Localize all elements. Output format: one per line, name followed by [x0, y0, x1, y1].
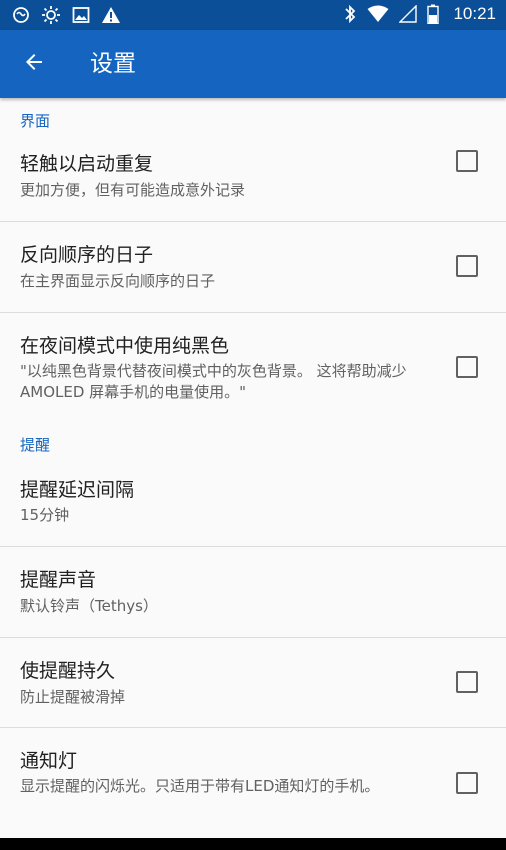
checkbox[interactable] [456, 671, 478, 693]
status-bar: 10:21 [0, 0, 506, 30]
pref-reminder-sound[interactable]: 提醒声音 默认铃声（Tethys） [0, 547, 506, 638]
arrow-back-icon [22, 50, 46, 78]
bluetooth-icon [343, 4, 357, 24]
pref-title: 轻触以启动重复 [20, 153, 154, 175]
pref-summary: 15分钟 [20, 506, 70, 524]
pref-title: 提醒声音 [20, 569, 97, 591]
pref-summary: 显示提醒的闪烁光。只适用于带有LED通知灯的手机。 [20, 777, 380, 795]
checkbox[interactable] [456, 150, 478, 172]
pref-pure-black[interactable]: 在夜间模式中使用纯黑色 "以纯黑色背景代替夜间模式中的灰色背景。 这将帮助减少 … [0, 313, 506, 413]
brightness-icon [41, 5, 61, 25]
messaging-icon [12, 6, 30, 24]
pref-summary: 在主界面显示反向顺序的日子 [20, 272, 216, 290]
pref-title: 通知灯 [20, 750, 78, 772]
section-title: 提醒 [20, 436, 51, 454]
status-time: 10:21 [453, 4, 496, 23]
wifi-icon [367, 5, 389, 23]
pref-summary: "以纯黑色背景代替夜间模式中的灰色背景。 这将帮助减少 AMOLED 屏幕手机的… [20, 362, 407, 401]
checkbox[interactable] [456, 356, 478, 378]
section-title: 界面 [20, 112, 51, 130]
pref-title: 反向顺序的日子 [20, 244, 154, 266]
back-button[interactable] [14, 46, 54, 82]
pref-notification-led[interactable]: 通知灯 显示提醒的闪烁光。只适用于带有LED通知灯的手机。 [0, 728, 506, 838]
cell-signal-icon [399, 5, 418, 23]
pref-title: 在夜间模式中使用纯黑色 [20, 335, 230, 357]
image-icon [72, 6, 90, 24]
pref-summary: 防止提醒被滑掉 [20, 688, 126, 706]
pref-summary: 默认铃声（Tethys） [20, 597, 158, 615]
pref-title: 提醒延迟间隔 [20, 479, 135, 501]
warning-icon [101, 6, 121, 24]
pref-reverse-days[interactable]: 反向顺序的日子 在主界面显示反向顺序的日子 [0, 222, 506, 313]
pref-title: 使提醒持久 [20, 660, 116, 682]
pref-snooze-interval[interactable]: 提醒延迟间隔 15分钟 [0, 458, 506, 547]
checkbox[interactable] [456, 255, 478, 277]
pref-tap-to-repeat[interactable]: 轻触以启动重复 更加方便，但有可能造成意外记录 [0, 140, 506, 222]
pref-summary: 更加方便，但有可能造成意外记录 [20, 181, 246, 199]
battery-icon [427, 4, 440, 24]
pref-sticky-reminders[interactable]: 使提醒持久 防止提醒被滑掉 [0, 638, 506, 728]
app-bar: 设置 [0, 30, 506, 98]
checkbox[interactable] [456, 772, 478, 794]
page-title: 设置 [90, 51, 136, 77]
navigation-bar [0, 838, 506, 850]
